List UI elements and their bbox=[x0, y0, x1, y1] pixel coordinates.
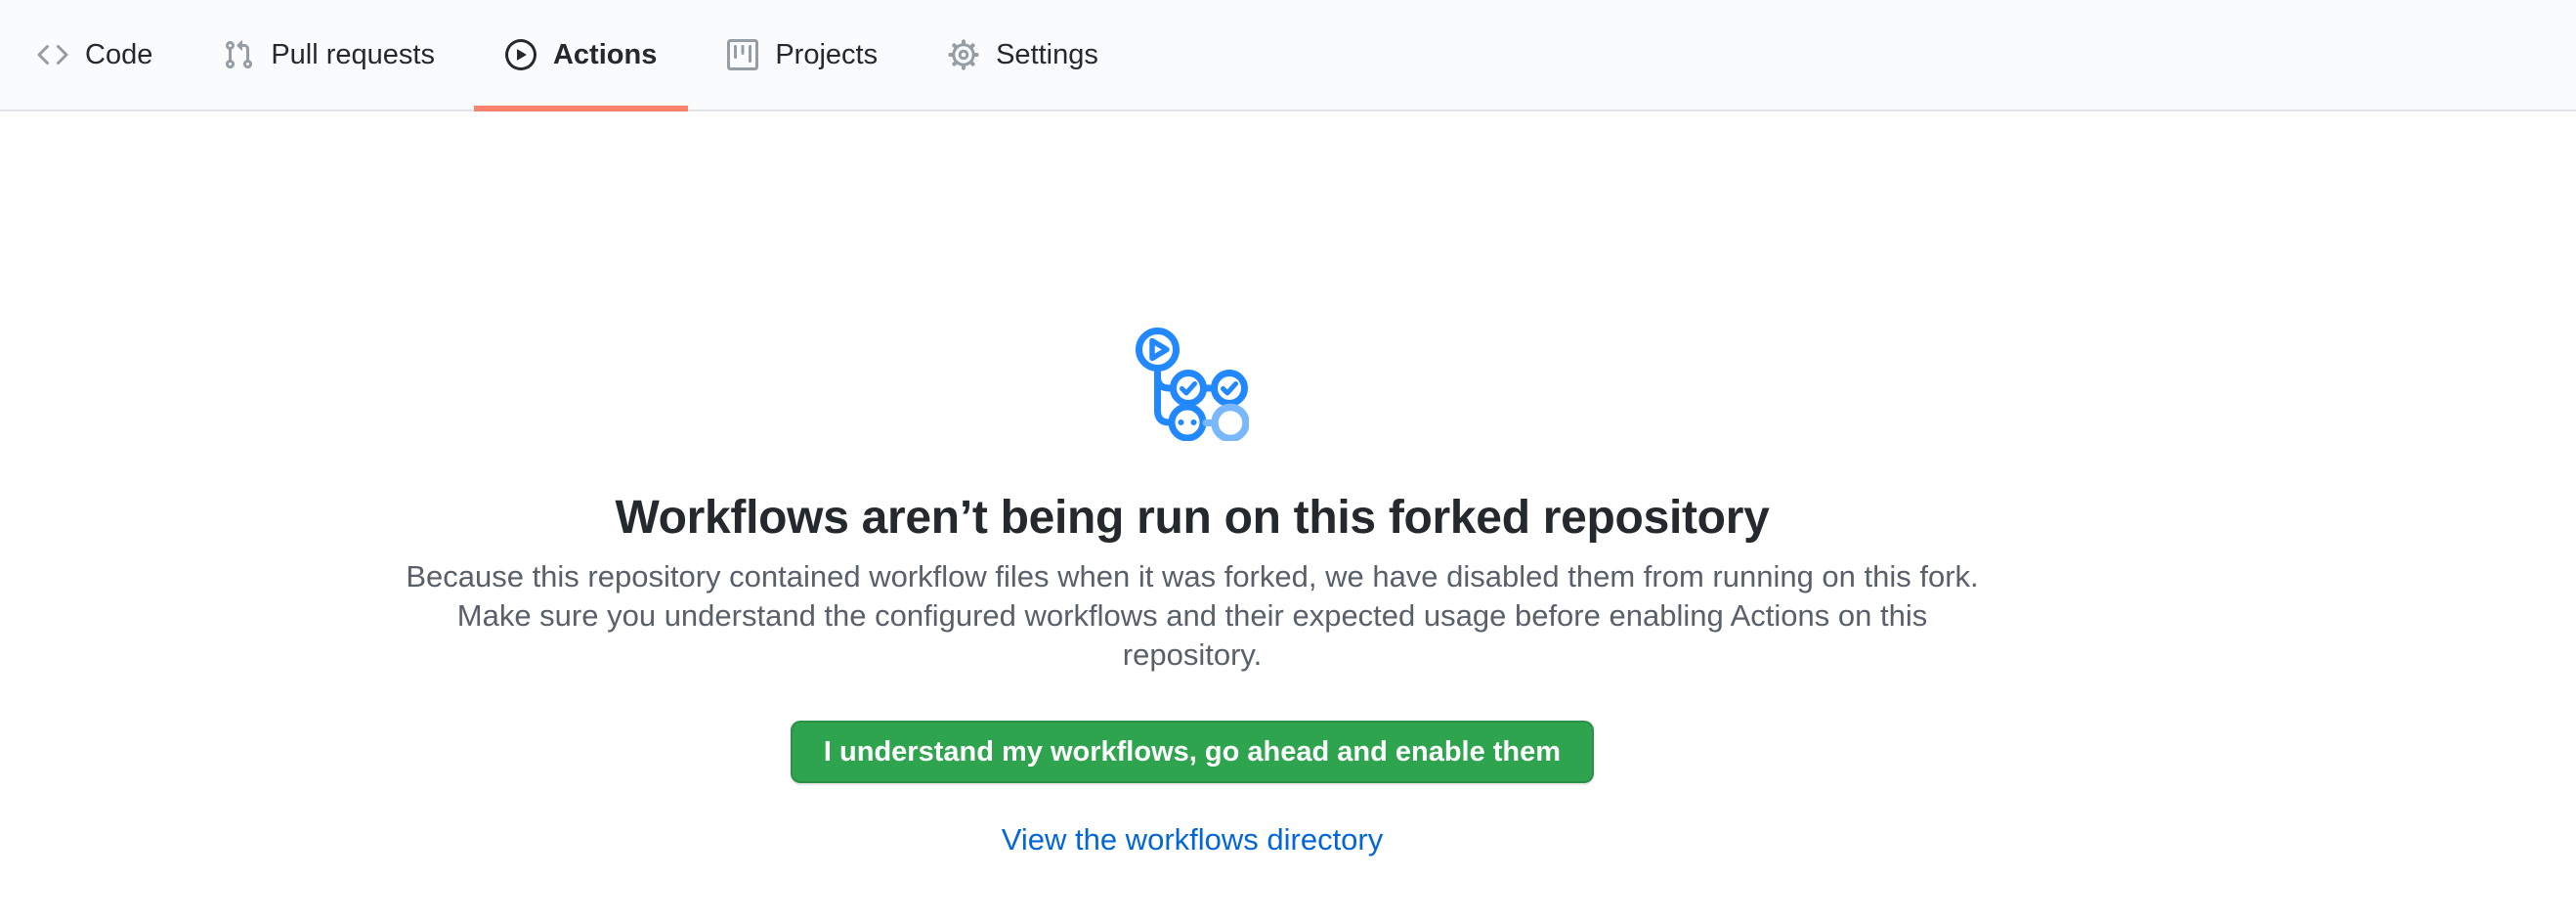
tab-actions[interactable]: Actions bbox=[474, 0, 688, 110]
enable-workflows-button[interactable]: I understand my workflows, go ahead and … bbox=[791, 721, 1594, 783]
actions-blankslate: Workflows aren’t being run on this forke… bbox=[0, 111, 2384, 859]
play-icon bbox=[505, 39, 537, 70]
tab-code[interactable]: Code bbox=[6, 0, 184, 110]
tab-projects[interactable]: Projects bbox=[696, 0, 909, 110]
project-icon bbox=[727, 39, 758, 70]
git-pull-request-icon bbox=[223, 39, 254, 70]
tab-label: Pull requests bbox=[271, 41, 435, 69]
page-title: Workflows aren’t being run on this forke… bbox=[0, 489, 2384, 548]
tab-label: Settings bbox=[996, 41, 1098, 69]
tab-label: Code bbox=[85, 41, 152, 69]
gear-icon bbox=[948, 39, 979, 70]
tab-settings[interactable]: Settings bbox=[917, 0, 1130, 110]
tab-pull-requests[interactable]: Pull requests bbox=[192, 0, 466, 110]
repo-tab-bar: Code Pull requests Actions Projects bbox=[0, 0, 2576, 111]
code-icon bbox=[37, 39, 68, 70]
view-workflows-directory-link[interactable]: View the workflows directory bbox=[1002, 820, 1384, 859]
tab-label: Actions bbox=[553, 41, 657, 69]
tab-label: Projects bbox=[775, 41, 878, 69]
blankslate-description: Because this repository contained workfl… bbox=[386, 557, 1998, 675]
workflow-graph-icon bbox=[1136, 328, 1249, 441]
